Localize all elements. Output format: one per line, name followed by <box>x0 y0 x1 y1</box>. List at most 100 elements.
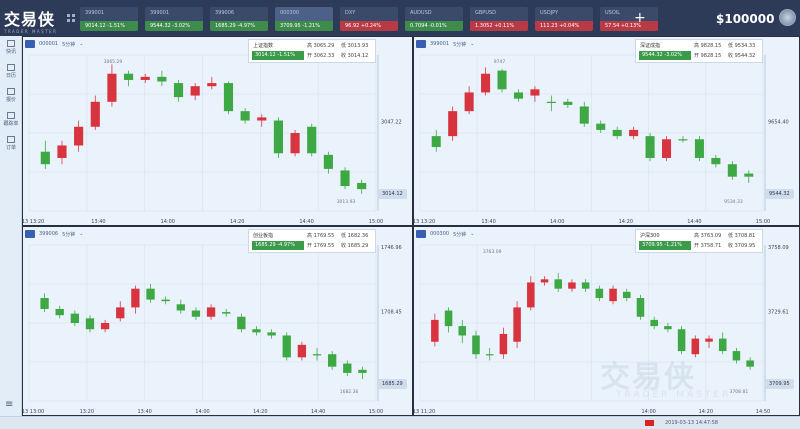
pane-period[interactable]: 5分钟 <box>62 41 75 48</box>
candle-body <box>282 335 291 358</box>
sidebar: 快讯日历报价跟踪单订单 <box>0 36 22 416</box>
menu-icon[interactable]: ≡ <box>5 399 13 410</box>
x-tick-label: 14:20 <box>699 409 713 415</box>
candle-body <box>257 117 267 121</box>
tab-value: 1.3052 +0.11% <box>475 23 515 29</box>
status-bar: 2019-03-13 14:47:58 <box>0 416 800 429</box>
pane-code[interactable]: 000001 <box>39 41 58 47</box>
chart-type-icon[interactable] <box>25 40 35 48</box>
candlestick-chart: 03/13 13:20 13:40 14:00 14:20 14:40 15:00 3047… <box>23 54 402 225</box>
x-tick-label: 14:40 <box>299 219 313 225</box>
chart-pane-399001[interactable]: 03/13 13:20 13:40 14:00 14:20 14:40 15:00 9654… <box>413 36 800 226</box>
tab-name: GBPUSD <box>475 10 497 16</box>
app-logo: 交易侠 TRADER MASTER <box>4 6 62 34</box>
sidebar-label: 报价 <box>5 97 16 103</box>
chart-type-icon[interactable] <box>416 230 426 238</box>
chart-type-icon[interactable] <box>416 40 426 48</box>
grid-menu-icon[interactable] <box>67 14 75 22</box>
chart-pane-399006[interactable]: 02/13 13:00 13:20 13:40 14:00 14:20 14:40 15:0… <box>22 226 413 416</box>
account-balance: $100000 <box>716 12 775 26</box>
candle-body <box>513 307 521 342</box>
candle-body <box>612 129 622 137</box>
tab-gbpusd[interactable]: GBPUSD 1.3052 +0.11% <box>470 7 528 31</box>
candle-body <box>55 308 64 316</box>
tab-dxy[interactable]: DXY 96.92 +0.24% <box>340 7 398 31</box>
sidebar-item-0[interactable]: 快讯 <box>0 40 22 55</box>
close-value: 收 3709.95 <box>728 243 756 249</box>
candle-body <box>190 86 200 96</box>
x-tick-label: 14:00 <box>641 409 655 415</box>
chevron-down-icon[interactable]: ⌄ <box>470 231 474 237</box>
quote-icon <box>7 88 15 95</box>
last-price-label: 9544.32 <box>765 189 794 200</box>
tab-399006[interactable]: 399006 1685.29 -4.97% <box>210 7 268 31</box>
pane-code[interactable]: 399006 <box>39 231 58 237</box>
candle-body <box>664 326 672 330</box>
quote-info-box: 创业板指 1685.29 -4.97% 高 1769.55 开 1769.55 低 16… <box>248 229 376 253</box>
y-tick-label: 3729.61 <box>768 310 789 316</box>
logo-cn: 交易侠 <box>4 10 56 29</box>
candle-body <box>140 76 150 80</box>
candle-body <box>636 298 645 317</box>
candle-body <box>444 310 453 327</box>
order-icon <box>7 136 15 143</box>
avatar[interactable] <box>779 9 796 26</box>
tab-name: USOIL <box>605 10 621 16</box>
candle-body <box>312 354 322 356</box>
x-tick-label: 15:00 <box>756 219 770 225</box>
sidebar-item-3[interactable]: 跟踪单 <box>0 112 22 127</box>
candle-body <box>645 136 655 158</box>
low-value: 低 3013.93 <box>341 43 369 49</box>
high-note: 9747 <box>494 59 506 65</box>
tab-usdjpy[interactable]: USDJPY 111.23 +0.04% <box>535 7 593 31</box>
tab-value: 96.92 +0.24% <box>345 23 381 29</box>
high-value: 高 9828.15 <box>694 43 722 49</box>
pane-period[interactable]: 5分钟 <box>62 231 75 238</box>
candle-body <box>357 182 367 190</box>
candle-body <box>678 139 688 141</box>
x-tick-label: 14:20 <box>230 219 244 225</box>
x-tick-label: 14:20 <box>253 409 267 415</box>
candle-body <box>90 101 100 127</box>
sidebar-item-1[interactable]: 日历 <box>0 64 22 79</box>
candle-body <box>513 92 523 99</box>
candle-body <box>497 70 507 90</box>
x-tick-label: 14:00 <box>195 409 209 415</box>
chevron-down-icon[interactable]: ⌄ <box>470 41 474 47</box>
candle-body <box>123 73 134 80</box>
tab-399001[interactable]: 399001 9544.32 -3.02% <box>145 7 203 31</box>
sidebar-item-4[interactable]: 订单 <box>0 136 22 151</box>
chevron-down-icon[interactable]: ⌄ <box>79 41 83 47</box>
pane-code[interactable]: 399001 <box>430 41 449 47</box>
tab-usoil[interactable]: USOIL 57.54 +0.13% <box>600 7 658 31</box>
chart-pane-000001[interactable]: 03/13 13:20 13:40 14:00 14:20 14:40 15:00 3047… <box>22 36 413 226</box>
candle-body <box>609 288 617 302</box>
x-tick-label: 13:20 <box>80 409 94 415</box>
pane-period[interactable]: 5分钟 <box>453 41 466 48</box>
top-bar: 交易侠 TRADER MASTER 399001 9014.12 -1.51% 39… <box>0 0 800 36</box>
chart-type-icon[interactable] <box>25 230 35 238</box>
watermark-logo: 交易侠 TRADER MASTER <box>600 360 732 400</box>
high-value: 高 3763.09 <box>694 233 722 239</box>
quote-info-box: 上证指数 3014.12 -1.51% 高 3065.29 开 3062.33 低 30… <box>248 39 376 63</box>
candle-body <box>70 313 80 323</box>
tab-399001[interactable]: 399001 9014.12 -1.51% <box>80 7 138 31</box>
candle-body <box>481 73 491 93</box>
open-value: 开 1769.55 <box>307 243 335 249</box>
candle-body <box>173 83 184 98</box>
candlestick-chart: 02/13 13:00 13:20 13:40 14:00 14:20 14:40 15:0… <box>23 244 402 415</box>
x-tick-label: 14:00 <box>550 219 564 225</box>
candle-body <box>596 123 606 130</box>
tab-audusd[interactable]: AUDUSD 0.7094 -0.01% <box>405 7 463 31</box>
candle-body <box>40 298 49 309</box>
sidebar-item-2[interactable]: 报价 <box>0 88 22 103</box>
candle-body <box>57 145 67 158</box>
chevron-down-icon[interactable]: ⌄ <box>79 231 83 237</box>
close-value: 收 1685.29 <box>341 243 369 249</box>
candle-body <box>176 304 185 311</box>
pane-code[interactable]: 000300 <box>430 231 449 237</box>
x-tick-label: 02/13 13:00 <box>23 409 44 415</box>
candle-body <box>540 279 549 283</box>
tab-000300[interactable]: 000300 3709.95 -1.21% <box>275 7 333 31</box>
pane-period[interactable]: 5分钟 <box>453 231 466 238</box>
